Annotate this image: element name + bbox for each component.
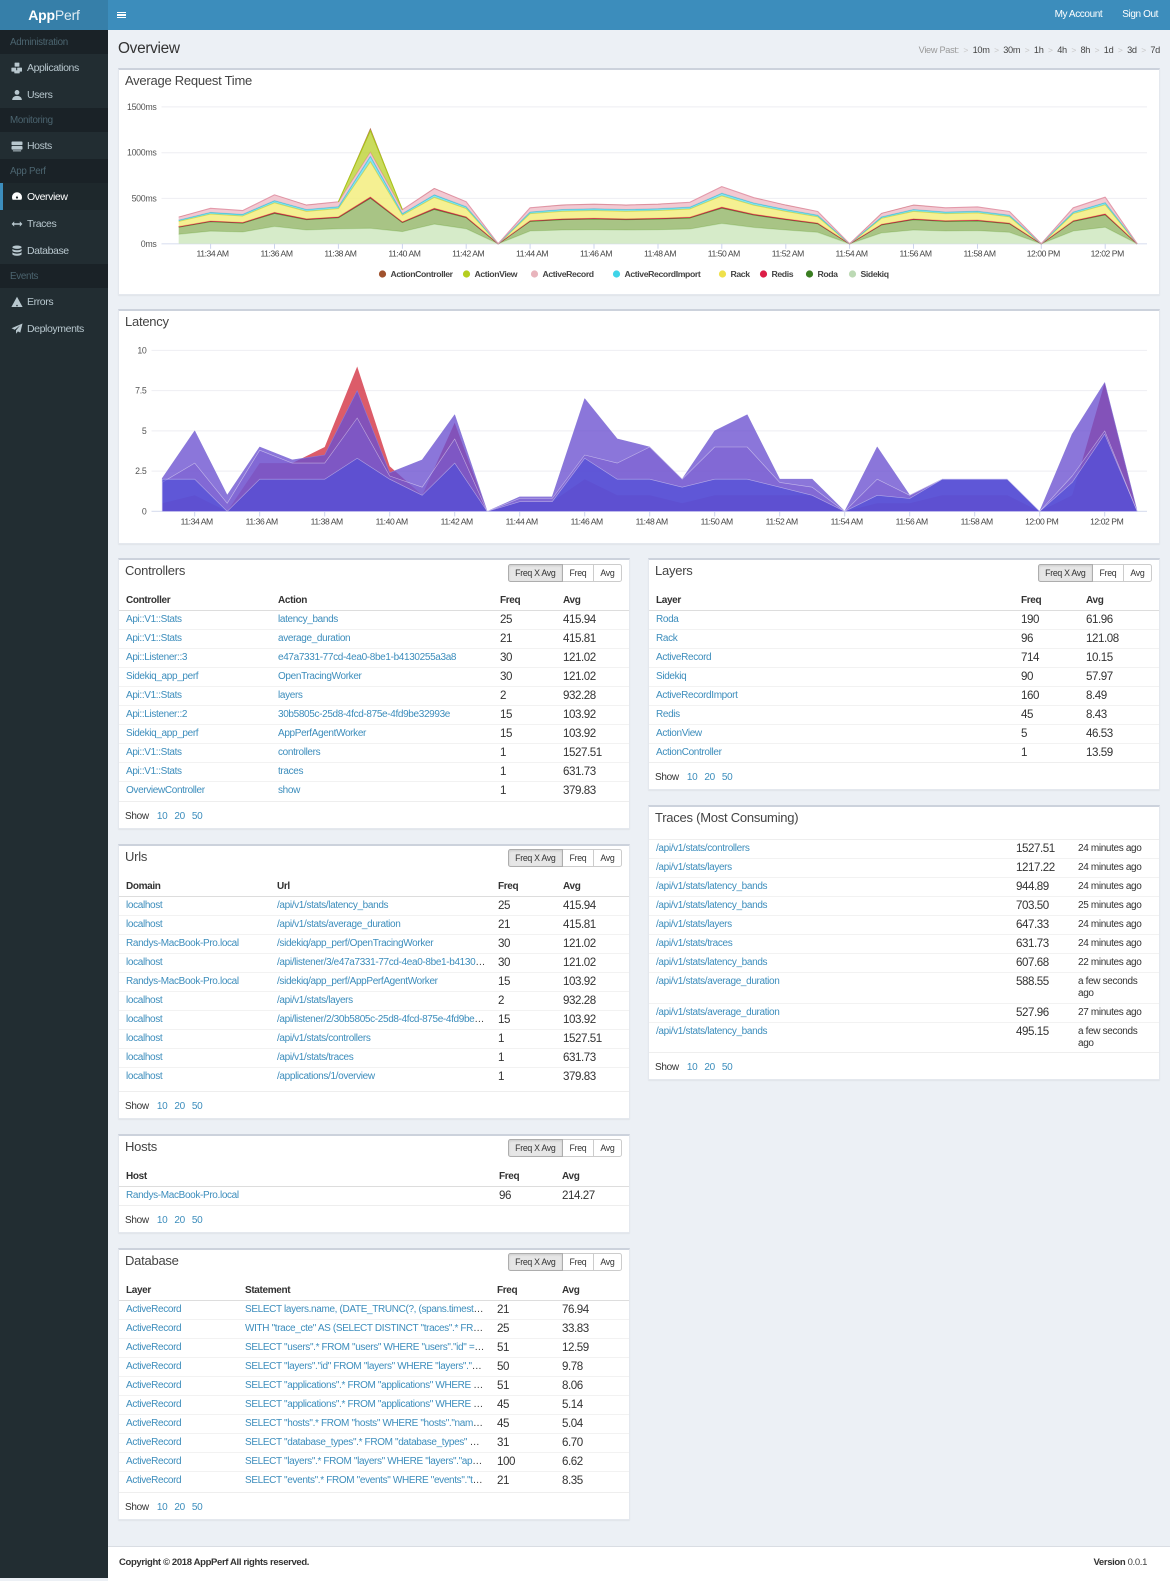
svg-text:11:40 AM: 11:40 AM — [388, 249, 420, 259]
svg-text:0: 0 — [142, 506, 147, 516]
svg-text:Rack: Rack — [731, 269, 751, 279]
svg-text:11:50 AM: 11:50 AM — [701, 517, 733, 527]
svg-text:11:52 AM: 11:52 AM — [766, 517, 798, 527]
svg-text:11:50 AM: 11:50 AM — [708, 249, 740, 259]
svg-text:0ms: 0ms — [141, 239, 158, 249]
svg-text:11:42 AM: 11:42 AM — [452, 249, 484, 259]
svg-text:11:48 AM: 11:48 AM — [636, 517, 668, 527]
svg-text:2.5: 2.5 — [135, 466, 147, 476]
svg-text:ActiveRecord: ActiveRecord — [543, 269, 594, 279]
svg-text:11:44 AM: 11:44 AM — [516, 249, 548, 259]
svg-text:ActionController: ActionController — [391, 269, 454, 279]
svg-text:5: 5 — [142, 426, 147, 436]
svg-text:11:34 AM: 11:34 AM — [181, 517, 213, 527]
svg-text:500ms: 500ms — [132, 193, 158, 203]
svg-text:12:02 PM: 12:02 PM — [1091, 249, 1124, 259]
svg-text:ActionView: ActionView — [475, 269, 518, 279]
svg-text:1500ms: 1500ms — [127, 102, 157, 112]
svg-text:Redis: Redis — [772, 269, 794, 279]
svg-text:11:56 AM: 11:56 AM — [899, 249, 931, 259]
svg-text:12:00 PM: 12:00 PM — [1027, 249, 1060, 259]
svg-text:Roda: Roda — [818, 269, 839, 279]
svg-text:12:00 PM: 12:00 PM — [1025, 517, 1058, 527]
svg-text:11:52 AM: 11:52 AM — [772, 249, 804, 259]
svg-text:11:58 AM: 11:58 AM — [961, 517, 993, 527]
svg-text:11:54 AM: 11:54 AM — [836, 249, 868, 259]
svg-text:11:40 AM: 11:40 AM — [376, 517, 408, 527]
svg-text:10: 10 — [137, 345, 147, 355]
svg-text:Sidekiq: Sidekiq — [861, 269, 889, 279]
svg-text:1000ms: 1000ms — [127, 148, 157, 158]
svg-text:11:36 AM: 11:36 AM — [246, 517, 278, 527]
svg-text:11:48 AM: 11:48 AM — [644, 249, 676, 259]
svg-text:11:34 AM: 11:34 AM — [197, 249, 229, 259]
svg-text:11:46 AM: 11:46 AM — [571, 517, 603, 527]
svg-text:11:44 AM: 11:44 AM — [506, 517, 538, 527]
svg-text:11:54 AM: 11:54 AM — [831, 517, 863, 527]
svg-text:11:42 AM: 11:42 AM — [441, 517, 473, 527]
svg-text:11:38 AM: 11:38 AM — [311, 517, 343, 527]
svg-text:11:46 AM: 11:46 AM — [580, 249, 612, 259]
svg-text:ActiveRecordImport: ActiveRecordImport — [625, 269, 701, 279]
svg-text:11:36 AM: 11:36 AM — [260, 249, 292, 259]
svg-text:11:56 AM: 11:56 AM — [896, 517, 928, 527]
svg-text:7.5: 7.5 — [135, 386, 147, 396]
svg-text:11:38 AM: 11:38 AM — [324, 249, 356, 259]
svg-text:11:58 AM: 11:58 AM — [963, 249, 995, 259]
svg-text:12:02 PM: 12:02 PM — [1090, 517, 1123, 527]
